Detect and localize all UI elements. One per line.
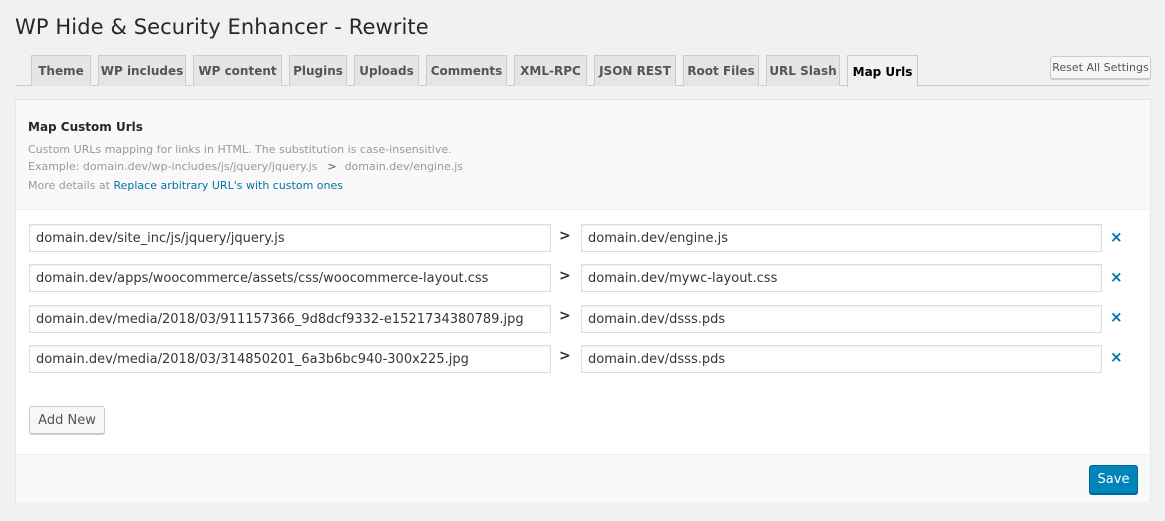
add-new-button[interactable]: Add New <box>29 406 105 434</box>
reset-all-settings-button[interactable]: Reset All Settings <box>1050 56 1151 79</box>
page-title: WP Hide & Security Enhancer - Rewrite <box>15 15 429 39</box>
tab-uploads[interactable]: Uploads <box>354 55 419 86</box>
remove-icon[interactable]: × <box>1110 228 1123 246</box>
section-header: Map Custom Urls Custom URLs mapping for … <box>16 100 1150 210</box>
tab-plugins[interactable]: Plugins <box>289 55 347 86</box>
source-url-input[interactable]: domain.dev/media/2018/03/314850201_6a3b6… <box>29 345 551 373</box>
details-prefix: More details at <box>28 179 110 192</box>
tab-theme[interactable]: Theme <box>31 55 91 86</box>
example-target: domain.dev/engine.js <box>344 160 464 173</box>
source-url-input[interactable]: domain.dev/apps/woocommerce/assets/css/w… <box>29 264 551 292</box>
source-url-input[interactable]: domain.dev/media/2018/03/911157366_9d8dc… <box>29 305 551 333</box>
tab-xml-rpc[interactable]: XML-RPC <box>514 55 587 86</box>
tab-wp-content[interactable]: WP content <box>193 55 282 86</box>
target-url-input[interactable]: domain.dev/dsss.pds <box>581 345 1102 373</box>
tab-root-files[interactable]: Root Files <box>683 55 759 86</box>
tab-json-rest[interactable]: JSON REST <box>594 55 676 86</box>
map-urls-panel: Map Custom Urls Custom URLs mapping for … <box>15 99 1151 502</box>
tab-comments[interactable]: Comments <box>426 55 507 86</box>
remove-icon[interactable]: × <box>1110 348 1123 366</box>
target-url-input[interactable]: domain.dev/mywc-layout.css <box>581 264 1102 292</box>
row-arrow-icon: > <box>559 228 571 244</box>
remove-icon[interactable]: × <box>1110 308 1123 326</box>
details-link[interactable]: Replace arbitrary URL's with custom ones <box>113 179 343 192</box>
tab-map-urls[interactable]: Map Urls <box>847 55 918 87</box>
remove-icon[interactable]: × <box>1110 268 1123 286</box>
panel-footer: Save <box>16 454 1150 502</box>
row-arrow-icon: > <box>559 268 571 284</box>
target-url-input[interactable]: domain.dev/engine.js <box>581 224 1102 252</box>
section-description: Custom URLs mapping for links in HTML. T… <box>28 143 452 156</box>
tab-url-slash[interactable]: URL Slash <box>766 55 840 86</box>
example-arrow-icon: > <box>327 160 337 173</box>
section-title: Map Custom Urls <box>28 120 143 134</box>
tab-wp-includes[interactable]: WP includes <box>98 55 186 86</box>
row-arrow-icon: > <box>559 308 571 324</box>
row-arrow-icon: > <box>559 348 571 364</box>
tab-bar: Theme WP includes WP content Plugins Upl… <box>15 55 1150 87</box>
source-url-input[interactable]: domain.dev/site_inc/js/jquery/jquery.js <box>29 224 551 252</box>
target-url-input[interactable]: domain.dev/dsss.pds <box>581 305 1102 333</box>
section-example: Example: domain.dev/wp-includes/js/jquer… <box>28 160 463 173</box>
save-button[interactable]: Save <box>1089 465 1138 494</box>
section-details: More details at Replace arbitrary URL's … <box>28 179 343 192</box>
example-source: Example: domain.dev/wp-includes/js/jquer… <box>28 160 318 173</box>
